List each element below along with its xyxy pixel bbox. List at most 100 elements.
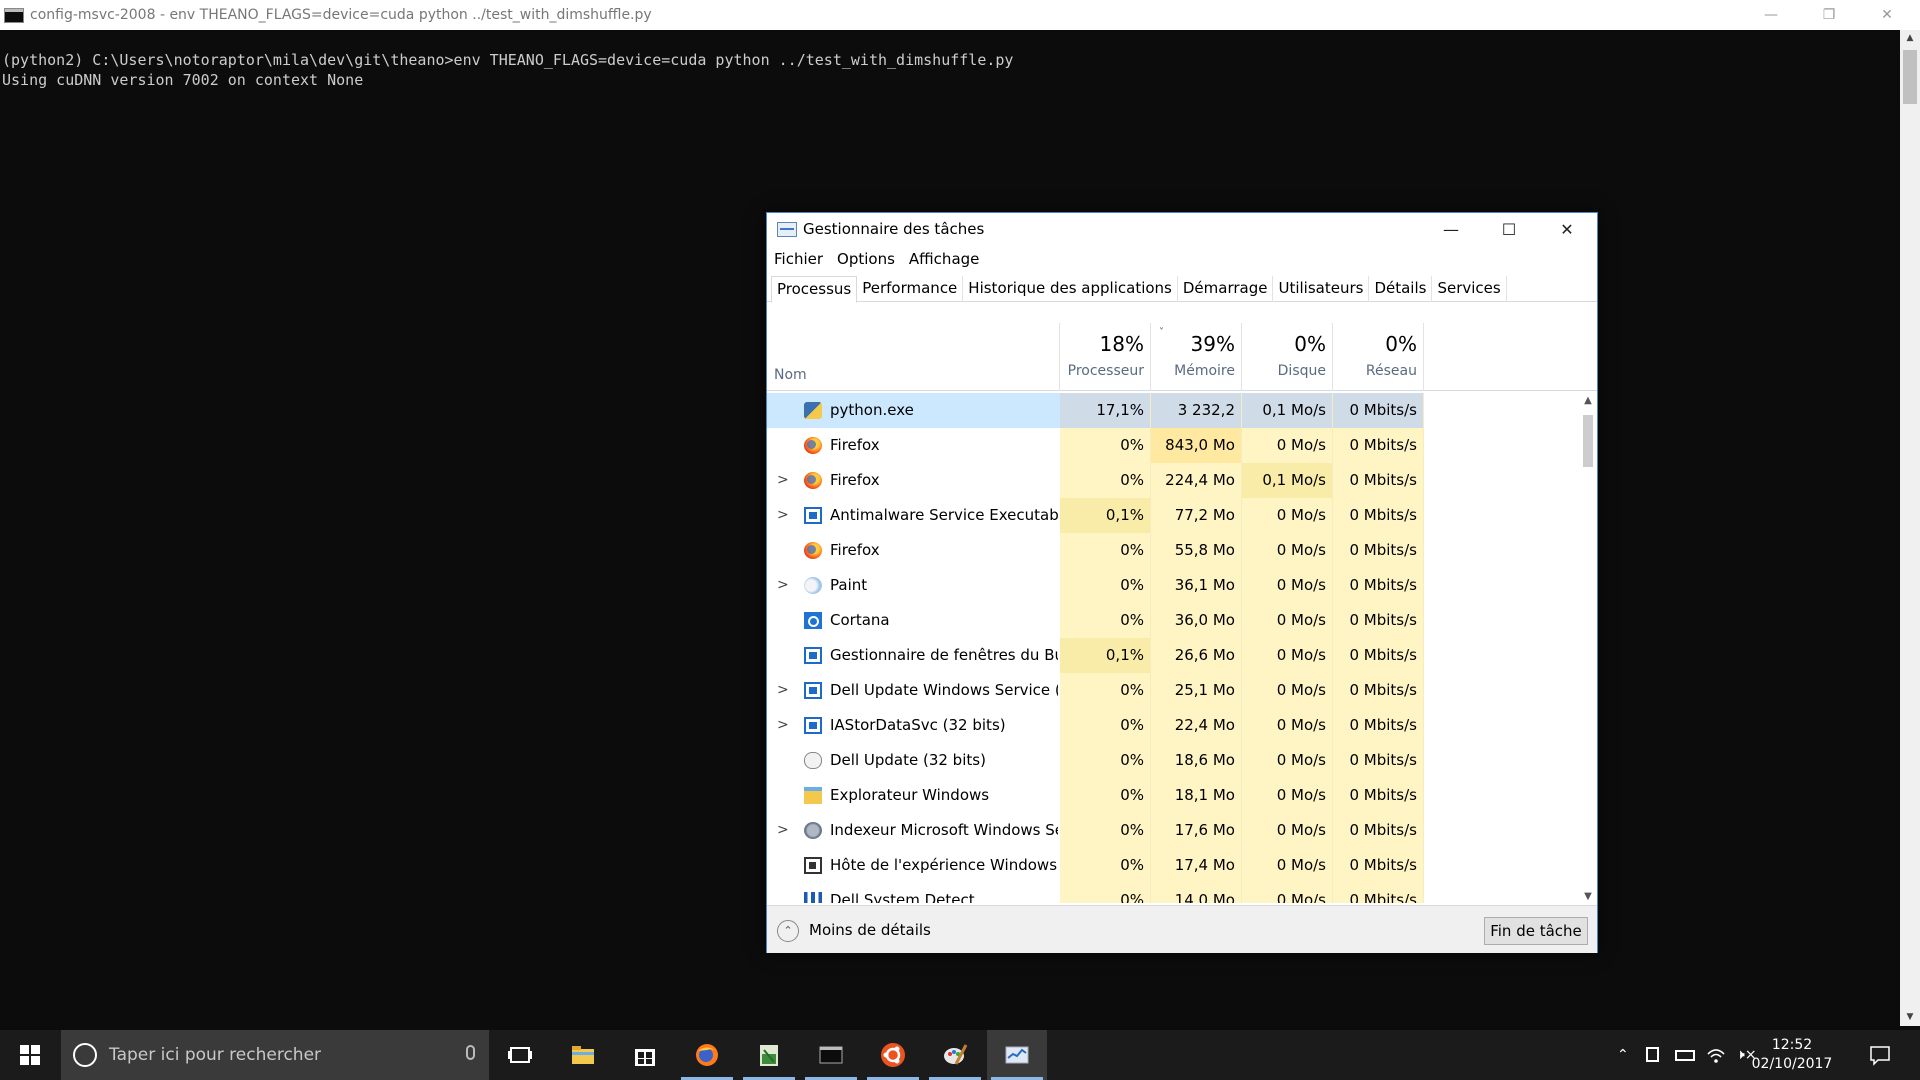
table-row[interactable]: python.exe 17,1%3 232,2 Mo0,1 Mo/s0 Mbits…	[767, 393, 1579, 454]
expand-chevron-icon[interactable]: >	[777, 813, 789, 848]
process-name-cell[interactable]: > IAStorDataSvc (32 bits)	[767, 708, 1060, 743]
process-name-cell[interactable]: > Dell Update Windows Service (...	[767, 673, 1060, 708]
table-row[interactable]: Firefox 0% 843,0 Mo 0 Mo/s 0 Mbits/s	[767, 428, 1579, 463]
battery-icon[interactable]	[1675, 1050, 1695, 1061]
tm-close-button[interactable]: ✕	[1538, 213, 1596, 245]
task-view-button[interactable]	[490, 1030, 550, 1080]
console-minimize-button[interactable]: —	[1743, 0, 1799, 30]
notifications-icon[interactable]	[1869, 1044, 1891, 1066]
taskbar-app-green[interactable]	[739, 1030, 799, 1080]
taskbar-console[interactable]	[801, 1030, 861, 1080]
process-net: 0 Mbits/s	[1333, 883, 1424, 903]
console-titlebar[interactable]: config-msvc-2008 - env THEANO_FLAGS=devi…	[0, 0, 1920, 30]
col-header-disk[interactable]: 0% Disque	[1242, 323, 1333, 391]
console-scrollbar[interactable]: ▲ ▼	[1900, 30, 1920, 1026]
taskbar-store[interactable]	[615, 1030, 675, 1080]
tab-historique[interactable]: Historique des applications	[963, 276, 1178, 302]
console-restore-button[interactable]: ❐	[1801, 0, 1857, 30]
taskbar-ubuntu[interactable]	[863, 1030, 923, 1080]
taskbar-task-manager[interactable]	[987, 1030, 1047, 1080]
console-scroll-thumb[interactable]	[1903, 50, 1917, 104]
process-name-cell[interactable]: Gestionnaire de fenêtres du Bur...	[767, 638, 1060, 673]
process-name-cell[interactable]: > Firefox	[767, 463, 1060, 498]
list-scroll-down-icon[interactable]: ▼	[1579, 889, 1597, 905]
tablet-icon[interactable]	[1646, 1047, 1659, 1062]
tab-utilisateurs[interactable]: Utilisateurs	[1273, 276, 1370, 302]
process-name: Cortana	[830, 611, 890, 629]
menu-fichier[interactable]: Fichier	[767, 250, 830, 268]
tab-demarrage[interactable]: Démarrage	[1178, 276, 1274, 302]
expand-chevron-icon[interactable]: >	[777, 708, 789, 743]
col-header-cpu[interactable]: 18% Processeur	[1060, 323, 1151, 391]
tab-processus[interactable]: Processus	[771, 276, 858, 303]
table-row[interactable]: > IAStorDataSvc (32 bits) 0% 22,4 Mo 0 Mo/s 0…	[767, 708, 1579, 743]
wifi-icon[interactable]	[1706, 1046, 1726, 1064]
table-row[interactable]: > Paint 0% 36,1 Mo 0 Mo/s 0 Mbits/s	[767, 568, 1579, 603]
expand-chevron-icon[interactable]: >	[777, 463, 789, 498]
process-name-cell[interactable]: > Paint	[767, 568, 1060, 603]
expand-chevron-icon[interactable]: >	[777, 568, 789, 603]
tab-services[interactable]: Services	[1432, 276, 1507, 302]
paint-icon	[804, 577, 822, 594]
service-icon	[804, 717, 822, 734]
start-button[interactable]	[0, 1030, 60, 1080]
col-header-net[interactable]: 0% Réseau	[1333, 323, 1424, 391]
table-row[interactable]: Explorateur Windows 0% 18,1 Mo 0 Mo/s 0 Mbit…	[767, 778, 1579, 813]
table-row[interactable]: Cortana 0% 36,0 Mo 0 Mo/s 0 Mbits/s	[767, 603, 1579, 638]
task-manager-titlebar[interactable]: Gestionnaire des tâches — ☐ ✕	[767, 213, 1597, 245]
process-name-cell[interactable]: Dell Update (32 bits)	[767, 743, 1060, 778]
dell-update-icon	[804, 752, 822, 769]
menu-options[interactable]: Options	[830, 250, 902, 268]
process-name-cell[interactable]: Explorateur Windows	[767, 778, 1060, 813]
tab-details[interactable]: Détails	[1369, 276, 1433, 302]
process-name-cell[interactable]: Dell System Detect	[767, 883, 1060, 903]
scroll-up-arrow-icon[interactable]: ▲	[1900, 30, 1920, 47]
table-row[interactable]: Hôte de l'expérience Windows ... 0% 17,4 M…	[767, 848, 1579, 883]
process-name-cell[interactable]: Firefox	[767, 533, 1060, 568]
taskbar-firefox[interactable]	[677, 1030, 737, 1080]
microphone-icon[interactable]	[466, 1045, 475, 1060]
list-scroll-thumb[interactable]	[1583, 415, 1593, 467]
tm-maximize-button[interactable]: ☐	[1480, 213, 1538, 245]
process-name-cell[interactable]: Cortana	[767, 603, 1060, 638]
process-name-cell[interactable]: Firefox	[767, 428, 1060, 463]
process-name-cell[interactable]: > Antimalware Service Executable	[767, 498, 1060, 533]
taskbar-paint[interactable]	[925, 1030, 985, 1080]
expand-chevron-icon[interactable]: >	[777, 498, 789, 533]
process-name-cell[interactable]: Hôte de l'expérience Windows ...	[767, 848, 1060, 883]
process-name: IAStorDataSvc (32 bits)	[830, 716, 1006, 734]
table-row[interactable]: > Firefox 0% 224,4 Mo 0,1 Mo/s 0 Mbits/s	[767, 463, 1579, 498]
table-row[interactable]: Firefox 0% 55,8 Mo 0 Mo/s 0 Mbits/s	[767, 533, 1579, 568]
col-header-mem[interactable]: ˅ 39% Mémoire	[1151, 323, 1242, 391]
chevron-up-icon[interactable]: ⌃	[777, 920, 799, 942]
process-name-cell[interactable]: > Indexeur Microsoft Windows Se...	[767, 813, 1060, 848]
table-row[interactable]: > Indexeur Microsoft Windows Se... 0% 17,6 …	[767, 813, 1579, 848]
end-task-button[interactable]: Fin de tâche	[1484, 917, 1588, 945]
table-row[interactable]: > Antimalware Service Executable 0,1% 77,2 …	[767, 498, 1579, 533]
menu-affichage[interactable]: Affichage	[902, 250, 986, 268]
clock[interactable]: 12:52 02/10/2017	[1750, 1036, 1834, 1074]
process-disk: 0 Mo/s	[1242, 743, 1333, 778]
cortana-circle-icon	[73, 1043, 97, 1067]
table-row[interactable]: > Dell Update Windows Service (... 0% 25,1 …	[767, 673, 1579, 708]
tm-minimize-button[interactable]: —	[1422, 213, 1480, 245]
taskbar-search-box[interactable]: Taper ici pour rechercher	[61, 1030, 489, 1080]
expand-chevron-icon[interactable]: >	[777, 673, 789, 708]
tray-chevron-up-icon[interactable]: ⌃	[1617, 1047, 1629, 1063]
taskbar-explorer[interactable]	[553, 1030, 613, 1080]
console-close-button[interactable]: ✕	[1859, 0, 1915, 30]
less-details-link[interactable]: Moins de détails	[809, 906, 931, 954]
list-scroll-up-icon[interactable]: ▲	[1579, 393, 1597, 409]
console-app-icon	[4, 7, 24, 23]
table-row[interactable]: Gestionnaire de fenêtres du Bur... 0,1% 26…	[767, 638, 1579, 673]
table-row[interactable]: Dell Update (32 bits) 0% 18,6 Mo 0 Mo/s 0 Mb…	[767, 743, 1579, 778]
process-name: Dell Update Windows Service (...	[830, 681, 1058, 699]
tab-performance[interactable]: Performance	[857, 276, 964, 302]
process-cpu: 17,1%	[1060, 393, 1151, 428]
process-list-scrollbar[interactable]: ▲ ▼	[1579, 393, 1597, 905]
process-name: python.exe	[830, 401, 914, 419]
process-name-cell[interactable]: python.exe	[767, 393, 1060, 428]
scroll-down-arrow-icon[interactable]: ▼	[1900, 1009, 1920, 1026]
col-header-nom[interactable]: Nom	[767, 323, 1060, 391]
table-row[interactable]: Dell System Detect 0% 14,0 Mo 0 Mo/s 0 Mbits…	[767, 883, 1579, 903]
